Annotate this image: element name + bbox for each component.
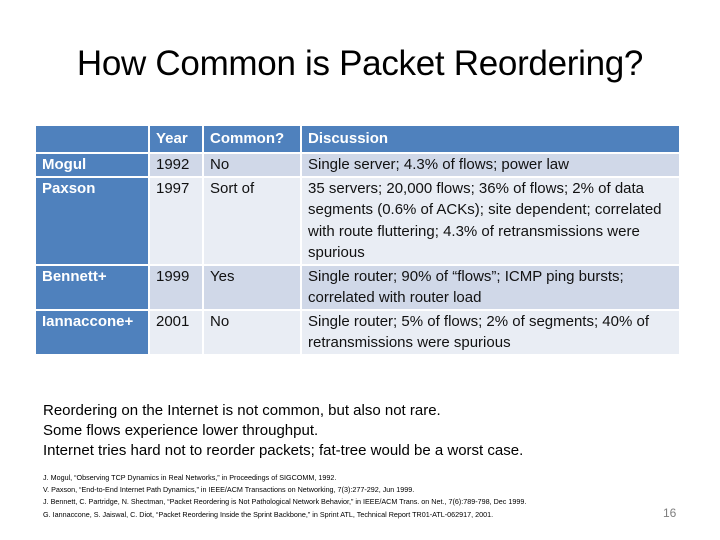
header-common: Common? — [204, 126, 300, 152]
row-year: 1997 — [150, 177, 202, 264]
row-common: No — [204, 154, 300, 176]
table-row: Mogul 1992 No Single server; 4.3% of flo… — [36, 154, 679, 176]
row-common: Yes — [204, 265, 300, 309]
row-discussion: Single router; 90% of “flows”; ICMP ping… — [302, 265, 679, 309]
references: J. Mogul, “Observing TCP Dynamics in Rea… — [43, 472, 526, 521]
row-study: Paxson — [36, 177, 148, 264]
reference-item: J. Bennett, C. Partridge, N. Shectman, “… — [43, 497, 527, 507]
row-study: Bennett+ — [36, 265, 148, 309]
table-header-row: Year Common? Discussion — [36, 126, 679, 152]
row-common: No — [204, 310, 300, 354]
reference-item: V. Paxson, “End-to-End Internet Path Dyn… — [43, 485, 415, 495]
summary-text: Reordering on the Internet is not common… — [43, 401, 523, 461]
row-common: Sort of — [204, 177, 300, 264]
summary-line: Reordering on the Internet is not common… — [43, 402, 441, 419]
table-row: Iannaccone+ 2001 No Single router; 5% of… — [36, 310, 679, 354]
reordering-studies-table: Year Common? Discussion Mogul 1992 No Si… — [34, 124, 681, 356]
page-number: 16 — [663, 506, 677, 520]
slide-title: How Common is Packet Reordering? — [76, 44, 644, 83]
row-year: 1999 — [150, 265, 202, 309]
reference-item: J. Mogul, “Observing TCP Dynamics in Rea… — [43, 473, 337, 482]
row-study: Iannaccone+ — [36, 310, 148, 354]
reference-item: G. Iannaccone, S. Jaiswal, C. Diot, “Pac… — [43, 509, 494, 519]
row-year: 1992 — [150, 154, 202, 176]
row-discussion: 35 servers; 20,000 flows; 36% of flows; … — [302, 177, 679, 264]
header-study — [36, 126, 148, 152]
summary-line: Internet tries hard not to reorder packe… — [43, 442, 524, 459]
row-discussion: Single router; 5% of flows; 2% of segmen… — [302, 310, 679, 354]
row-study: Mogul — [36, 154, 148, 176]
header-year: Year — [150, 126, 202, 152]
row-year: 2001 — [150, 310, 202, 354]
header-discussion: Discussion — [302, 126, 679, 152]
row-discussion: Single server; 4.3% of flows; power law — [302, 154, 679, 176]
table-row: Bennett+ 1999 Yes Single router; 90% of … — [36, 265, 679, 309]
summary-line: Some flows experience lower throughput. — [43, 422, 319, 439]
table-row: Paxson 1997 Sort of 35 servers; 20,000 f… — [36, 177, 679, 264]
